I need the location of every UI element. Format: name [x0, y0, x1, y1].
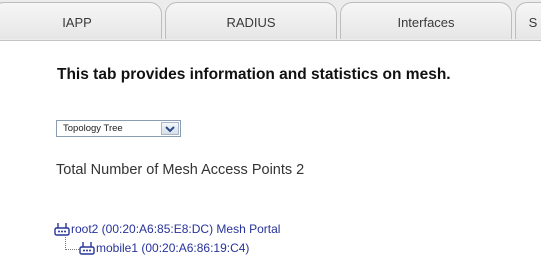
chevron-down-icon — [165, 126, 175, 133]
tree-node-root2[interactable]: root2 (00:20:A6:85:E8:DC) Mesh Portal — [54, 222, 280, 236]
tab-interfaces[interactable]: Interfaces — [340, 2, 512, 39]
view-select[interactable]: Topology Tree — [56, 120, 181, 137]
tab-label: IAPP — [62, 14, 92, 30]
view-select-value: Topology Tree — [63, 123, 123, 134]
intro-text: This tab provides information and statis… — [57, 66, 451, 83]
access-point-icon — [54, 223, 70, 236]
tab-label: RADIUS — [226, 14, 276, 30]
tab-iapp[interactable]: IAPP — [0, 2, 162, 39]
access-point-icon — [79, 242, 95, 255]
tree-node-mobile1[interactable]: mobile1 (00:20:A6:86:19:C4) — [79, 241, 249, 255]
mesh-tab-content: This tab provides information and statis… — [0, 41, 541, 269]
tab-radius[interactable]: RADIUS — [165, 2, 337, 39]
tab-strip: IAPP RADIUS Interfaces S — [0, 0, 541, 41]
total-mesh-ap-count: Total Number of Mesh Access Points 2 — [56, 162, 305, 178]
tab-s[interactable]: S — [515, 2, 541, 39]
tree-node-label: root2 (00:20:A6:85:E8:DC) Mesh Portal — [71, 222, 281, 236]
tree-connector — [65, 237, 79, 250]
dropdown-button[interactable] — [161, 122, 179, 135]
tree-node-label: mobile1 (00:20:A6:86:19:C4) — [96, 241, 250, 255]
tab-label: Interfaces — [397, 14, 455, 30]
tab-label: S — [528, 14, 538, 30]
